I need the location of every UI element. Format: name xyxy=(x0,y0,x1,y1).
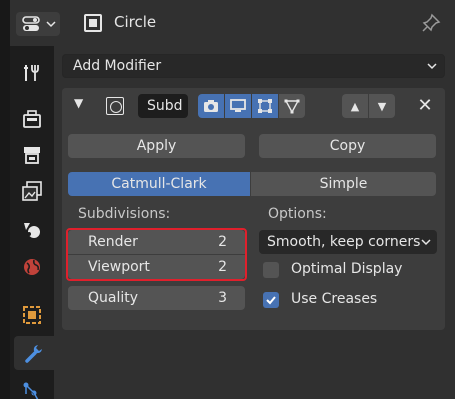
output-icon xyxy=(24,147,40,164)
modifier-icon xyxy=(25,345,42,363)
render-icon xyxy=(23,110,41,128)
monitor-icon xyxy=(230,99,246,112)
arrow-down-icon: ▼ xyxy=(377,99,387,113)
catmull-clark-option[interactable]: Catmull-Clark xyxy=(68,172,250,196)
camera-icon xyxy=(204,100,218,112)
tab-scene[interactable] xyxy=(14,212,50,246)
add-modifier-label: Add Modifier xyxy=(73,58,162,74)
render-levels-label: Render xyxy=(88,234,138,250)
remove-modifier-icon[interactable]: ✕ xyxy=(415,96,435,116)
viewport-levels-value: 2 xyxy=(218,259,227,275)
tab-output[interactable] xyxy=(14,138,50,172)
move-up-button[interactable]: ▲ xyxy=(342,94,368,118)
options-label: Options: xyxy=(268,206,327,222)
subdivision-modifier: ▼ Subd ▲ ▼ ✕ Apply Copy Catmull-Clark Si… xyxy=(62,88,445,330)
tab-world[interactable] xyxy=(14,250,50,284)
particles-icon xyxy=(23,382,39,399)
tab-tool[interactable] xyxy=(14,56,50,90)
modifier-name-field[interactable]: Subd xyxy=(138,94,188,118)
chevron-down-icon xyxy=(427,63,437,70)
use-creases-label: Use Creases xyxy=(291,291,378,307)
modifier-panel: Add Modifier ▼ Subd ▲ ▼ ✕ Apply Copy Cat… xyxy=(54,46,455,399)
world-icon xyxy=(24,259,40,275)
editor-type-selector[interactable] xyxy=(16,12,60,36)
uv-smooth-value: Smooth, keep corners xyxy=(267,234,421,250)
toggle-viewport-button[interactable] xyxy=(225,94,251,118)
copy-button[interactable]: Copy xyxy=(259,134,436,158)
checkmark-icon xyxy=(266,296,276,305)
tab-object[interactable] xyxy=(14,298,50,332)
scene-icon xyxy=(24,223,40,238)
cage-icon xyxy=(284,99,300,114)
toggle-render-button[interactable] xyxy=(198,94,224,118)
subdivisions-label: Subdivisions: xyxy=(78,206,171,222)
editor-type-icon xyxy=(22,16,40,31)
quality-field[interactable]: Quality 3 xyxy=(68,286,245,310)
arrow-up-icon: ▲ xyxy=(350,99,360,113)
viewport-levels-label: Viewport xyxy=(88,259,150,275)
render-levels-value: 2 xyxy=(218,234,227,250)
apply-button[interactable]: Apply xyxy=(68,134,245,158)
optimal-display-checkbox[interactable] xyxy=(263,262,279,278)
tab-particles[interactable] xyxy=(14,374,50,399)
editor-header: Circle xyxy=(10,0,455,46)
viewport-levels-field[interactable]: Viewport 2 xyxy=(68,255,245,279)
object-icon xyxy=(84,14,102,32)
tab-render[interactable] xyxy=(14,102,50,136)
quality-value: 3 xyxy=(218,290,227,306)
toggle-editmode-button[interactable] xyxy=(252,94,278,118)
editmode-icon xyxy=(258,99,272,113)
subsurf-icon xyxy=(106,97,124,115)
object-icon xyxy=(23,306,41,324)
use-creases-checkbox[interactable] xyxy=(263,292,279,308)
view-layer-icon xyxy=(22,181,42,201)
render-levels-field[interactable]: Render 2 xyxy=(68,230,245,254)
uv-smooth-dropdown[interactable]: Smooth, keep corners xyxy=(259,230,437,254)
optimal-display-label: Optimal Display xyxy=(291,261,403,277)
tool-icon xyxy=(24,65,39,81)
chevron-down-icon xyxy=(46,21,56,28)
modifier-header: ▼ Subd ▲ ▼ ✕ xyxy=(62,88,445,124)
properties-tabs xyxy=(10,46,54,399)
add-modifier-dropdown[interactable]: Add Modifier xyxy=(62,54,445,78)
quality-label: Quality xyxy=(88,290,139,306)
simple-option[interactable]: Simple xyxy=(251,172,436,196)
pin-icon[interactable] xyxy=(420,12,442,34)
chevron-down-icon xyxy=(421,239,431,246)
toggle-cage-button[interactable] xyxy=(279,94,305,118)
tab-modifiers[interactable] xyxy=(14,336,54,370)
collapse-arrow-icon[interactable]: ▼ xyxy=(74,96,83,110)
object-name: Circle xyxy=(114,13,157,31)
move-down-button[interactable]: ▼ xyxy=(369,94,395,118)
tab-view-layer[interactable] xyxy=(14,174,50,208)
